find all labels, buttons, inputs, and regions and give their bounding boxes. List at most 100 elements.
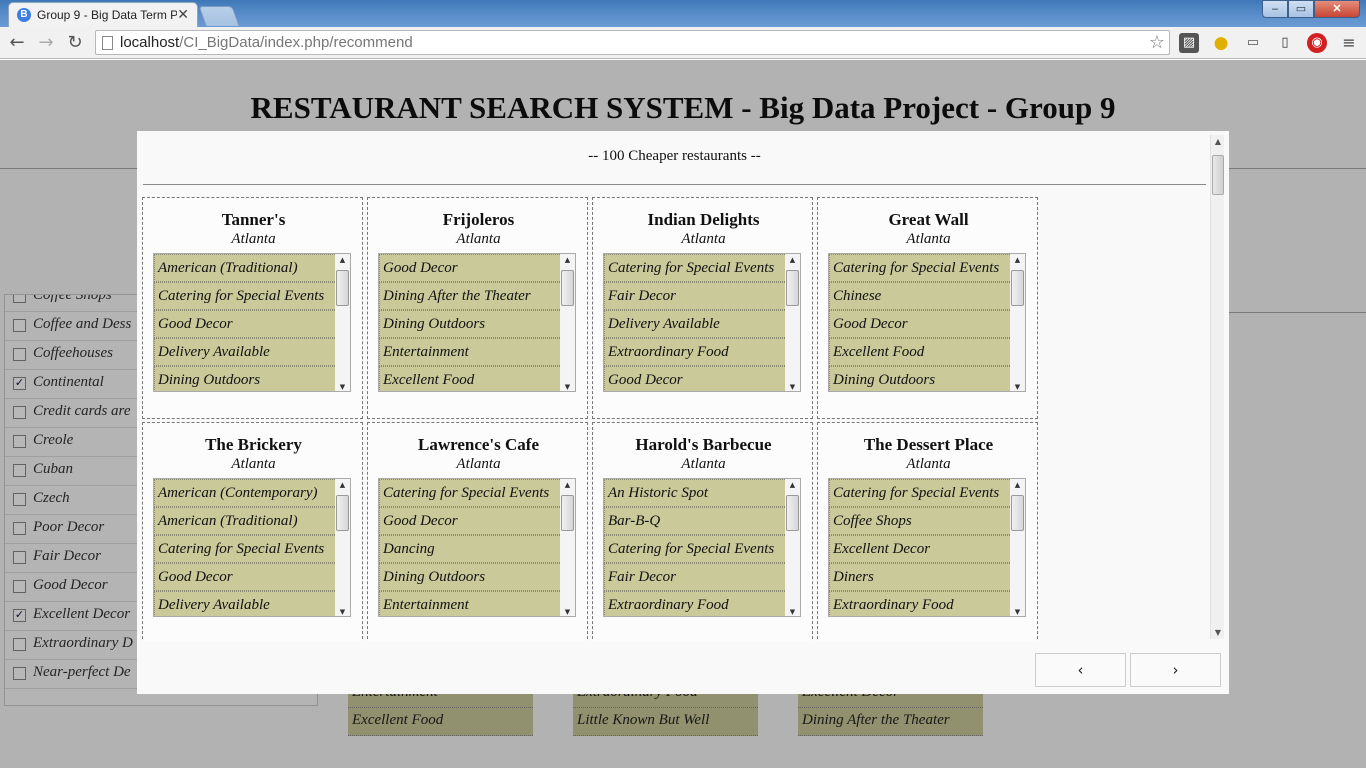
category-item: Dining Outdoors <box>379 310 562 338</box>
category-list[interactable]: American (Traditional) Catering for Speci… <box>153 253 351 392</box>
scroll-down-icon[interactable]: ▼ <box>1010 383 1025 391</box>
list-scrollbar[interactable]: ▲ ▼ <box>785 254 800 391</box>
browser-tab[interactable]: B Group 9 - Big Data Term P ✕ <box>8 2 198 27</box>
category-item: Delivery Available <box>154 591 337 616</box>
address-bar[interactable]: localhost/CI_BigData/index.php/recommend… <box>95 30 1170 55</box>
category-list[interactable]: Catering for Special Events Coffee Shops E… <box>828 478 1026 617</box>
scroll-down-icon[interactable]: ▼ <box>560 383 575 391</box>
window-maximize-button[interactable]: ▭ <box>1288 0 1314 18</box>
category-item: Diners <box>829 563 1012 591</box>
scroll-down-icon[interactable]: ▼ <box>1211 628 1225 637</box>
category-item: American (Traditional) <box>154 254 337 282</box>
category-list[interactable]: Catering for Special Events Fair Decor Del… <box>603 253 801 392</box>
scrollbar-thumb[interactable] <box>561 495 574 531</box>
modal-content[interactable]: -- 100 Cheaper restaurants -- Tanner's At… <box>137 131 1229 641</box>
reload-icon[interactable]: ↻ <box>63 31 87 55</box>
scroll-down-icon[interactable]: ▼ <box>1010 608 1025 616</box>
category-item: Catering for Special Events <box>829 254 1012 282</box>
next-page-button[interactable]: › <box>1130 653 1221 687</box>
scrollbar-thumb[interactable] <box>336 495 349 531</box>
scroll-up-icon[interactable]: ▲ <box>560 481 575 489</box>
scroll-up-icon[interactable]: ▲ <box>1211 137 1225 146</box>
category-item: American (Traditional) <box>154 507 337 535</box>
scrollbar-thumb[interactable] <box>786 495 799 531</box>
restaurant-name: Tanner's <box>221 210 286 229</box>
scroll-up-icon[interactable]: ▲ <box>560 256 575 264</box>
list-scrollbar[interactable]: ▲ ▼ <box>785 479 800 616</box>
category-item: Catering for Special Events <box>154 535 337 563</box>
restaurant-city: Atlanta <box>906 456 951 472</box>
scroll-up-icon[interactable]: ▲ <box>335 256 350 264</box>
list-scrollbar[interactable]: ▲ ▼ <box>335 254 350 391</box>
scrollbar-thumb[interactable] <box>561 270 574 306</box>
category-list[interactable]: American (Contemporary) American (Traditi… <box>153 478 351 617</box>
results-header: -- 100 Cheaper restaurants -- <box>588 148 761 164</box>
scroll-up-icon[interactable]: ▲ <box>335 481 350 489</box>
restaurant-card: Lawrence's Cafe Atlanta Catering for Speci… <box>367 422 588 641</box>
scroll-up-icon[interactable]: ▲ <box>785 256 800 264</box>
restaurant-name: The Dessert Place <box>863 435 994 454</box>
category-item: Chinese <box>829 282 1012 310</box>
scroll-up-icon[interactable]: ▲ <box>1010 481 1025 489</box>
restaurant-city: Atlanta <box>231 456 276 472</box>
category-list[interactable]: Catering for Special Events Good Decor Dan… <box>378 478 576 617</box>
scrollbar-thumb[interactable] <box>1011 495 1024 531</box>
category-item: Extraordinary Food <box>829 591 1012 616</box>
back-arrow-icon[interactable]: ← <box>5 31 29 55</box>
lightbulb-extension-icon[interactable]: ● <box>1211 33 1231 53</box>
category-item: Good Decor <box>154 563 337 591</box>
category-item: Extraordinary Food <box>604 338 787 366</box>
prev-page-button[interactable]: ‹ <box>1035 653 1126 687</box>
category-item: Dining Outdoors <box>829 366 1012 391</box>
window-close-button[interactable]: ✕ <box>1314 0 1360 18</box>
restaurant-card: Harold's Barbecue Atlanta An Historic Spot… <box>592 422 813 641</box>
category-item: Bar-B-Q <box>604 507 787 535</box>
scrollbar-thumb[interactable] <box>336 270 349 306</box>
list-scrollbar[interactable]: ▲ ▼ <box>1010 479 1025 616</box>
scroll-down-icon[interactable]: ▼ <box>785 608 800 616</box>
scroll-up-icon[interactable]: ▲ <box>785 481 800 489</box>
category-item: Good Decor <box>604 366 787 391</box>
restaurant-name: Great Wall <box>888 210 969 229</box>
favicon-icon: B <box>17 8 31 22</box>
tab-close-icon[interactable]: ✕ <box>177 6 189 23</box>
modal-scrollbar[interactable]: ▲ ▼ <box>1210 135 1224 639</box>
chart-extension-icon[interactable]: ▨ <box>1179 33 1199 53</box>
scroll-down-icon[interactable]: ▼ <box>335 383 350 391</box>
restaurant-city: Atlanta <box>456 456 501 472</box>
category-item: Excellent Decor <box>829 535 1012 563</box>
new-tab-button[interactable] <box>198 6 240 26</box>
category-list[interactable]: Catering for Special Events Chinese Good D… <box>828 253 1026 392</box>
page-icon <box>102 36 113 50</box>
device-extension-icon[interactable]: ▯ <box>1275 33 1295 53</box>
category-item: Entertainment <box>379 591 562 616</box>
list-scrollbar[interactable]: ▲ ▼ <box>335 479 350 616</box>
restaurant-card: The Dessert Place Atlanta Catering for Spe… <box>817 422 1038 641</box>
scroll-down-icon[interactable]: ▼ <box>785 383 800 391</box>
scrollbar-thumb[interactable] <box>1212 155 1224 195</box>
restaurant-city: Atlanta <box>906 231 951 247</box>
forward-arrow-icon[interactable]: → <box>34 31 58 55</box>
category-item: Excellent Food <box>829 338 1012 366</box>
scroll-down-icon[interactable]: ▼ <box>560 608 575 616</box>
restaurant-city: Atlanta <box>231 231 276 247</box>
scroll-up-icon[interactable]: ▲ <box>1010 256 1025 264</box>
category-list[interactable]: Good Decor Dining After the Theater Dining… <box>378 253 576 392</box>
list-scrollbar[interactable]: ▲ ▼ <box>560 479 575 616</box>
scrollbar-thumb[interactable] <box>1011 270 1024 306</box>
bookmark-star-icon[interactable]: ☆ <box>1149 32 1165 53</box>
scroll-down-icon[interactable]: ▼ <box>335 608 350 616</box>
category-list[interactable]: An Historic Spot Bar-B-Q Catering for Spec… <box>603 478 801 617</box>
category-item: Dining Outdoors <box>379 563 562 591</box>
restaurant-card: Tanner's Atlanta American (Traditional) Cat… <box>142 197 363 419</box>
restaurant-name: Harold's Barbecue <box>635 435 772 454</box>
menu-icon[interactable]: ≡ <box>1339 33 1359 53</box>
cast-icon[interactable]: ▭ <box>1243 33 1263 53</box>
stop-extension-icon[interactable]: ◉ <box>1307 33 1327 53</box>
list-scrollbar[interactable]: ▲ ▼ <box>560 254 575 391</box>
list-scrollbar[interactable]: ▲ ▼ <box>1010 254 1025 391</box>
window-minimize-button[interactable]: ‒ <box>1262 0 1288 18</box>
scrollbar-thumb[interactable] <box>786 270 799 306</box>
category-item: Entertainment <box>379 338 562 366</box>
category-item: Dining Outdoors <box>154 366 337 391</box>
